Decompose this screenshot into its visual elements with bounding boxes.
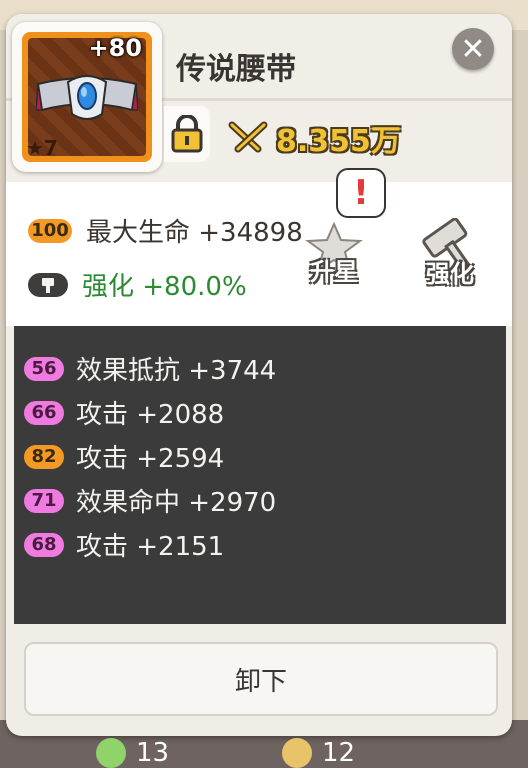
stat-level-badge: 100: [28, 218, 72, 243]
sub-stats-section: 56 效果抵抗 +3744 66 攻击 +2088 82 攻击 +2594 71…: [14, 326, 506, 624]
stat-level-badge: 82: [24, 444, 64, 469]
star-up-button[interactable]: 升星: [304, 222, 364, 287]
resource-bar: 13 12: [0, 738, 528, 768]
lock-button[interactable]: [164, 106, 210, 162]
sub-stat-row: 82 攻击 +2594: [24, 438, 224, 475]
sub-stat-row: 68 攻击 +2151: [24, 526, 224, 563]
gold-coin-icon: [282, 738, 312, 768]
main-stats-section: 100 最大生命 +34898 强化 +80.0% 升星 强化: [6, 182, 512, 326]
belt-icon: [36, 75, 138, 120]
sub-stat-text: 攻击 +2594: [76, 444, 225, 474]
item-name: 传说腰带: [176, 52, 296, 87]
enhance-stat-text: 强化 +80.0%: [82, 272, 247, 302]
sub-stat-text: 攻击 +2088: [76, 400, 225, 430]
main-stat-text: 最大生命 +34898: [86, 218, 303, 248]
sub-stat-row: 71 效果命中 +2970: [24, 482, 276, 519]
sub-stat-text: 效果抵抗 +3744: [76, 356, 277, 386]
resource-coins-count: 12: [322, 738, 356, 768]
unequip-button[interactable]: 卸下: [24, 642, 498, 716]
stat-level-badge: 56: [24, 356, 64, 381]
stat-level-badge: 71: [24, 488, 64, 513]
green-gem-icon: [96, 738, 126, 768]
resource-coins: 12: [282, 738, 355, 768]
equipment-detail-panel: +80 ★7 传说腰带 ✕ 8.355万 100 最大生命 +34898 强化 …: [6, 14, 512, 736]
sub-stat-text: 效果命中 +2970: [76, 488, 277, 518]
combat-power: 8.355万: [228, 118, 401, 159]
crossed-swords-icon: [228, 121, 268, 153]
sub-stat-row: 66 攻击 +2088: [24, 394, 224, 431]
hammer-icon: [28, 272, 68, 297]
sub-stat-text: 攻击 +2151: [76, 532, 225, 562]
close-icon: ✕: [460, 31, 486, 67]
resource-gems-count: 13: [136, 738, 170, 768]
resource-gems: 13: [96, 738, 169, 768]
close-button[interactable]: ✕: [452, 28, 494, 70]
star-up-label: 升星: [310, 258, 358, 286]
sub-stat-row: 56 效果抵抗 +3744: [24, 350, 276, 387]
combat-power-value: 8.355万: [276, 124, 401, 159]
item-icon-frame[interactable]: +80 ★7: [12, 22, 162, 172]
item-level-bonus: +80: [88, 34, 142, 62]
stat-level-badge: 66: [24, 400, 64, 425]
upgrade-alert-icon: !: [336, 168, 386, 218]
item-star-rating: ★7: [26, 136, 58, 160]
item-tile: +80 ★7: [22, 32, 152, 162]
lock-icon: [171, 115, 203, 153]
enhance-stat-row: 强化 +80.0%: [28, 266, 247, 303]
stat-level-badge: 68: [24, 532, 64, 557]
item-header: +80 ★7 传说腰带 ✕ 8.355万: [6, 14, 512, 182]
enhance-button[interactable]: 强化: [420, 218, 480, 289]
main-stat-row: 100 最大生命 +34898: [28, 212, 303, 249]
enhance-label: 强化: [426, 260, 474, 288]
